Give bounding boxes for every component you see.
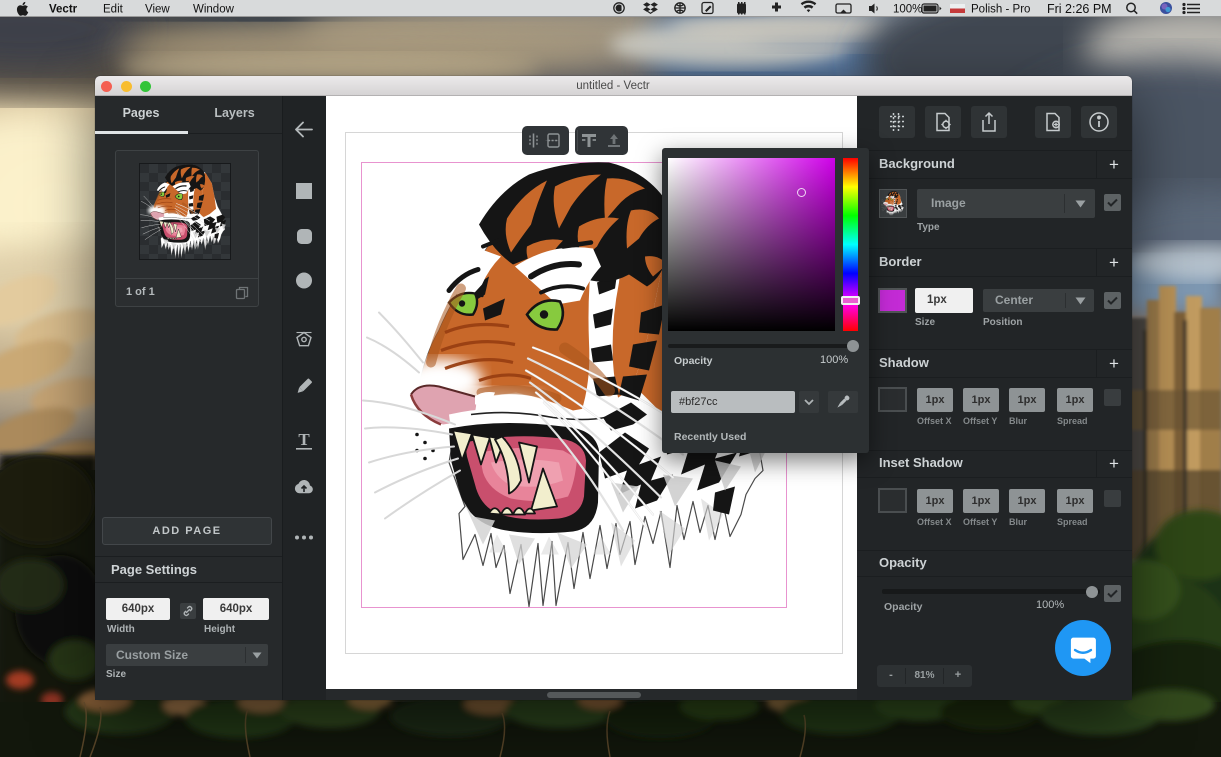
svg-text:Window: Window (193, 4, 235, 16)
svg-text:Edit: Edit (103, 4, 124, 16)
svg-text:Polish - Pro: Polish - Pro (971, 4, 1030, 16)
svg-text:100%: 100% (893, 4, 922, 16)
svg-text:Vectr: Vectr (49, 4, 78, 16)
svg-text:View: View (145, 4, 170, 16)
svg-text:Fri 2:26 PM: Fri 2:26 PM (1047, 2, 1112, 16)
svg-text:T: T (298, 430, 310, 449)
